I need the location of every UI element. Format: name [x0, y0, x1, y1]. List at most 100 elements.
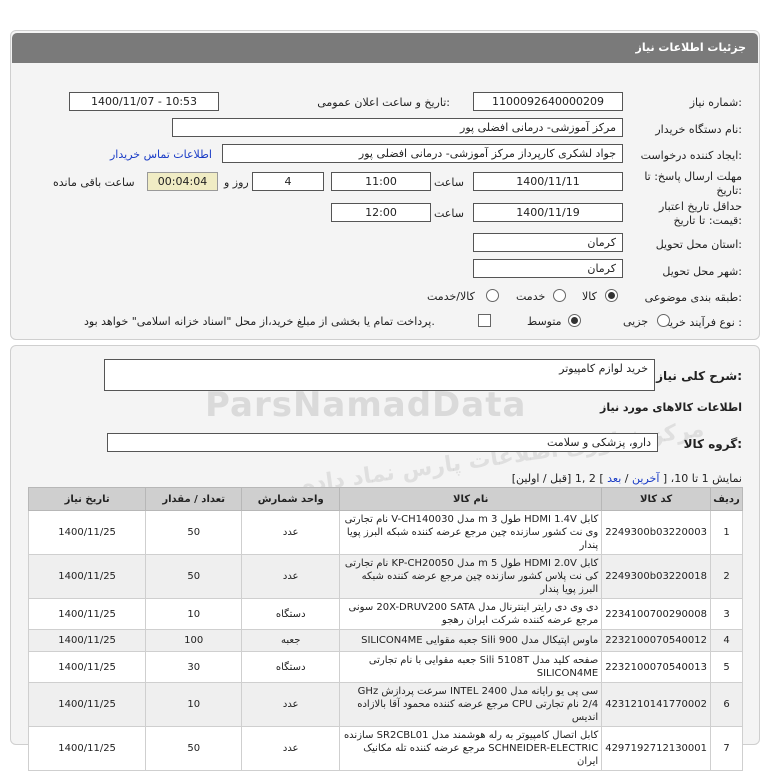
need-number-field: 1100092640000209	[473, 92, 623, 111]
deadline-time-field: 11:00	[331, 172, 431, 191]
item-name: سی پی یو رایانه مدل INTEL 2400 سرعت پردا…	[339, 682, 603, 727]
category-goods-label: کالا	[582, 290, 597, 303]
deadline-label: مهلت ارسال پاسخ: تا	[644, 170, 742, 183]
city-label: شهر محل تحویل:	[662, 265, 742, 278]
page-title: جزئیات اطلاعات نیاز	[635, 41, 747, 54]
desc-label: شرح کلی نیاز:	[656, 369, 742, 383]
col-row: ردیف	[710, 487, 743, 511]
category-goods-service-radio[interactable]	[486, 289, 499, 302]
item-unit: دستگاه	[241, 651, 341, 683]
item-name: صفحه کلید مدل Sili 5108T جعبه مقوایی با …	[339, 651, 603, 683]
buyer-org-field: مرکز آموزشی- درمانی افضلی پور	[172, 118, 623, 137]
item-name: کابل اتصال کامپیوتر به رله هوشمند مدل SR…	[339, 726, 603, 771]
row-index: 3	[710, 598, 743, 630]
table-row: 3 2234100700290008 دی وی دی رایتر اینترن…	[27, 598, 743, 630]
row-index: 1	[710, 510, 743, 555]
category-label: طبقه بندی موضوعی:	[644, 291, 742, 304]
table-row: 7 4297192712130001 کابل اتصال کامپیوتر ب…	[27, 726, 743, 771]
item-unit: عدد	[241, 510, 341, 555]
province-label: استان محل تحویل:	[655, 238, 742, 251]
treasury-note: پرداخت تمام یا بخشی از مبلغ خرید،از محل …	[84, 315, 435, 328]
deadline-label-2: تاریخ:	[716, 184, 742, 197]
item-code: 2234100700290008	[601, 598, 711, 630]
item-qty: 50	[145, 554, 243, 599]
panel-header: جزئیات اطلاعات نیاز	[12, 33, 758, 63]
table-row: 5 2232100070540013 صفحه کلید مدل Sili 51…	[27, 651, 743, 683]
desc-field: خرید لوازم کامپیوتر	[104, 359, 655, 391]
table-row: 2 2249300b03220018 کابل HDMI 2.0V طول 5 …	[27, 554, 743, 599]
item-unit: دستگاه	[241, 598, 341, 630]
validity-label: حداقل تاریخ اعتبار	[658, 200, 742, 213]
item-date: 1400/11/25	[27, 510, 147, 555]
row-index: 6	[710, 682, 743, 727]
deadline-date-field: 1400/11/11	[473, 172, 623, 191]
province-field: کرمان	[473, 233, 623, 252]
row-index: 5	[710, 651, 743, 683]
col-qty: تعداد / مقدار	[145, 487, 243, 511]
remaining-time-field: 00:04:04	[147, 172, 218, 191]
process-small-label: جزیی	[623, 315, 649, 328]
item-unit: عدد	[241, 554, 341, 599]
item-qty: 10	[145, 598, 243, 630]
table-row: 4 2232100070540012 ماوس اپتیکال مدل Sili…	[27, 629, 743, 652]
item-qty: 50	[145, 726, 243, 771]
days-label: روز و	[224, 176, 249, 189]
item-unit: جعبه	[241, 629, 341, 652]
col-code: کد کالا	[601, 487, 711, 511]
pager: نمایش 1 تا 10، [ آخرین / بعد ] 2 ,1 [قبل…	[512, 472, 742, 485]
goods-table: ردیف کد کالا نام کالا واحد شمارش تعداد /…	[27, 487, 743, 771]
pager-sep: /	[624, 472, 629, 485]
need-number-label: شماره نیاز:	[689, 96, 742, 109]
item-code: 4297192712130001	[601, 726, 711, 771]
category-service-radio[interactable]	[553, 289, 566, 302]
item-qty: 100	[145, 629, 243, 652]
days-field: 4	[252, 172, 324, 191]
col-unit: واحد شمارش	[241, 487, 341, 511]
item-name: کابل HDMI 2.0V طول 5 m مدل KP-CH20050 نا…	[339, 554, 603, 599]
buyer-contact-link[interactable]: اطلاعات تماس خریدار	[110, 148, 212, 161]
item-code: 4231210141770002	[601, 682, 711, 727]
col-name: نام کالا	[339, 487, 603, 511]
category-goods-service-label: کالا/خدمت	[427, 290, 475, 303]
item-code: 2249300b03220003	[601, 510, 711, 555]
process-small-radio[interactable]	[657, 314, 670, 327]
table-row: 1 2249300b03220003 کابل HDMI 1.4V طول 3 …	[27, 510, 743, 555]
buyer-org-label: نام دستگاه خریدار:	[655, 123, 742, 136]
creator-field: جواد لشکری کارپرداز مرکز آموزشی- درمانی …	[222, 144, 623, 163]
validity-date-field: 1400/11/19	[473, 203, 623, 222]
process-medium-label: متوسط	[527, 315, 562, 328]
announce-field: 1400/11/07 - 10:53	[69, 92, 219, 111]
item-qty: 10	[145, 682, 243, 727]
goods-info-title: اطلاعات کالاهای مورد نیاز	[600, 401, 742, 414]
city-field: کرمان	[473, 259, 623, 278]
item-unit: عدد	[241, 726, 341, 771]
pager-pages: ] 2 ,1 [قبل / اولین]	[511, 472, 604, 485]
item-code: 2232100070540012	[601, 629, 711, 652]
treasury-checkbox[interactable]	[478, 314, 491, 327]
remaining-label: ساعت باقی مانده	[53, 176, 135, 189]
item-date: 1400/11/25	[27, 651, 147, 683]
item-date: 1400/11/25	[27, 554, 147, 599]
pager-next-link[interactable]: بعد	[607, 472, 621, 485]
validity-time-label: ساعت	[434, 207, 464, 220]
watermark-text: ParsNamadData	[205, 385, 527, 425]
item-date: 1400/11/25	[27, 629, 147, 652]
item-unit: عدد	[241, 682, 341, 727]
col-date: تاریخ نیاز	[27, 487, 147, 511]
item-code: 2249300b03220018	[601, 554, 711, 599]
category-service-label: خدمت	[516, 290, 546, 303]
item-date: 1400/11/25	[27, 682, 147, 727]
validity-time-field: 12:00	[331, 203, 431, 222]
pager-last-link[interactable]: آخرین	[632, 472, 659, 485]
category-goods-radio[interactable]	[605, 289, 618, 302]
row-index: 2	[710, 554, 743, 599]
item-name: دی وی دی رایتر اینترنال مدل 20X-DRUV200 …	[339, 598, 603, 630]
validity-label-2: قیمت: تا تاریخ:	[673, 214, 742, 227]
goods-group-label: گروه کالا:	[683, 437, 742, 451]
creator-label: ایجاد کننده درخواست:	[640, 149, 742, 162]
table-header-row: ردیف کد کالا نام کالا واحد شمارش تعداد /…	[27, 487, 743, 511]
item-qty: 50	[145, 510, 243, 555]
row-index: 4	[710, 629, 743, 652]
process-medium-radio[interactable]	[568, 314, 581, 327]
item-date: 1400/11/25	[27, 726, 147, 771]
